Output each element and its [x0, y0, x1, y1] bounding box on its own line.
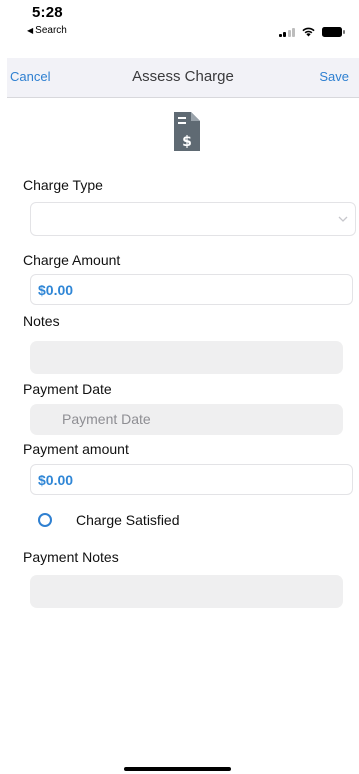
invoice-dollar-icon: $	[174, 112, 200, 151]
battery-icon	[322, 26, 345, 37]
notes-label: Notes	[23, 313, 60, 329]
charge-amount-input[interactable]: $0.00	[30, 274, 353, 305]
status-bar: 5:28 ◀ Search	[7, 0, 359, 58]
payment-notes-field[interactable]	[30, 575, 343, 608]
svg-text:$: $	[182, 134, 192, 150]
home-indicator[interactable]	[124, 767, 231, 771]
wifi-icon	[302, 27, 315, 37]
charge-amount-value: $0.00	[38, 282, 74, 298]
charge-satisfied-radio[interactable]	[38, 513, 52, 527]
charge-satisfied-label: Charge Satisfied	[76, 512, 180, 528]
save-button[interactable]: Save	[319, 69, 349, 84]
back-triangle-icon: ◀	[27, 26, 34, 35]
payment-amount-value: $0.00	[38, 472, 74, 488]
payment-amount-label: Payment amount	[23, 441, 129, 457]
back-to-search-label: Search	[35, 25, 67, 36]
charge-amount-label: Charge Amount	[23, 252, 121, 268]
status-icons	[278, 26, 345, 37]
payment-notes-label: Payment Notes	[23, 549, 119, 565]
charge-satisfied-option[interactable]: Charge Satisfied	[30, 510, 330, 530]
cellular-signal-icon	[278, 27, 295, 37]
charge-type-label: Charge Type	[23, 177, 103, 193]
charge-type-select[interactable]	[30, 202, 356, 236]
phone-screen: 5:28 ◀Search Cancel Assess Charge Save	[7, 0, 359, 774]
payment-date-label: Payment Date	[23, 381, 112, 397]
page-title: Assess Charge	[132, 68, 234, 85]
status-time: 5:28	[32, 4, 63, 21]
payment-amount-input[interactable]: $0.00	[30, 464, 353, 495]
notes-field[interactable]	[30, 341, 343, 374]
payment-date-field[interactable]: Payment Date	[30, 404, 343, 435]
back-to-search-link[interactable]: ◀ Search	[27, 25, 67, 36]
navigation-bar: Cancel Assess Charge Save	[7, 58, 359, 98]
chevron-down-icon	[338, 216, 348, 222]
payment-date-placeholder: Payment Date	[62, 411, 151, 427]
